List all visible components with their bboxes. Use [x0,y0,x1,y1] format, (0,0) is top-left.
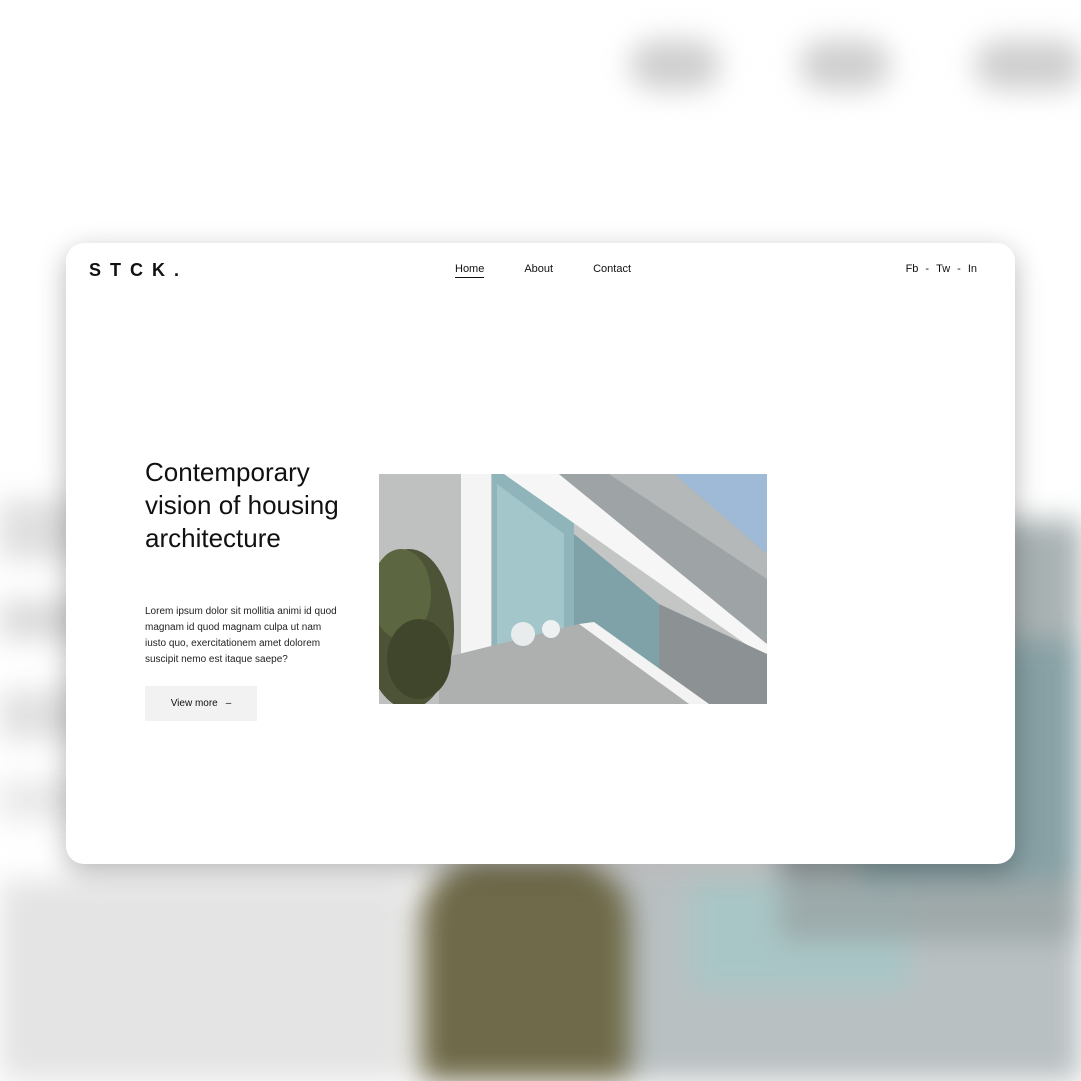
social-link-facebook[interactable]: Fb [906,263,919,275]
social-separator: - [925,263,930,275]
view-more-label: View more [170,698,218,709]
nav-item-home[interactable]: Home [455,263,485,278]
website-card: STCK. Home About Contact Fb - Tw - In Co… [66,243,1015,864]
hero-title: Contemporary vision of housing architect… [145,457,339,553]
logo[interactable]: STCK. [89,260,188,281]
social-link-twitter[interactable]: Tw [936,263,950,275]
nav-item-contact[interactable]: Contact [593,263,631,278]
arrow-right-icon: – [225,698,232,709]
social-link-linkedin[interactable]: In [968,263,977,275]
nav-item-about[interactable]: About [524,263,553,278]
main-nav: Home About Contact [455,263,671,278]
hero-description: Lorem ipsum dolor sit mollitia animi id … [145,606,337,665]
social-separator: - [957,263,961,275]
view-more-button[interactable]: View more – [145,686,257,721]
architecture-photo [379,474,767,704]
social-links: Fb - Tw - In [906,263,977,275]
